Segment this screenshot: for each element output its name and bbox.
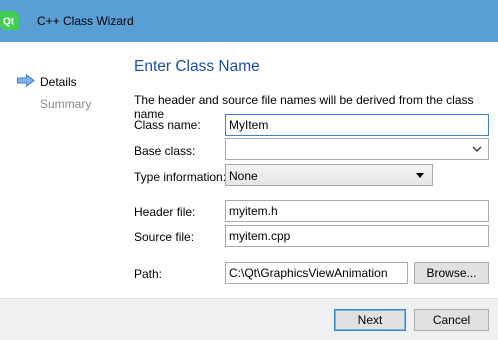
class-name-label: Class name: — [134, 118, 201, 132]
page-title: Enter Class Name — [134, 58, 260, 75]
cancel-button[interactable]: Cancel — [414, 309, 489, 331]
base-class-label: Base class: — [134, 144, 196, 158]
step-summary: Summary — [40, 97, 92, 111]
type-information-value: None — [229, 169, 258, 183]
header-file-input[interactable]: myitem.h — [225, 200, 489, 222]
source-file-input[interactable]: myitem.cpp — [225, 225, 489, 247]
next-button[interactable]: Next — [334, 309, 406, 331]
path-label: Path: — [134, 267, 163, 281]
step-details: Details — [40, 75, 77, 89]
base-class-combo[interactable] — [225, 138, 489, 160]
qt-logo-icon: Qt — [0, 11, 19, 30]
header-file-label: Header file: — [134, 205, 196, 219]
triangle-down-icon[interactable] — [416, 173, 424, 178]
path-input[interactable]: C:\Qt\GraphicsViewAnimation — [225, 262, 408, 284]
source-file-label: Source file: — [134, 230, 195, 244]
title-bar: Qt C++ Class Wizard — [0, 0, 498, 42]
class-name-input[interactable]: MyItem — [225, 114, 489, 136]
arrow-right-icon — [17, 74, 35, 87]
chevron-down-icon[interactable] — [472, 144, 482, 154]
window-title: C++ Class Wizard — [37, 14, 134, 28]
type-information-label: Type information: — [134, 170, 227, 184]
svg-text:Qt: Qt — [3, 17, 15, 28]
browse-button[interactable]: Browse... — [414, 262, 489, 284]
type-information-select[interactable]: None — [225, 164, 433, 186]
